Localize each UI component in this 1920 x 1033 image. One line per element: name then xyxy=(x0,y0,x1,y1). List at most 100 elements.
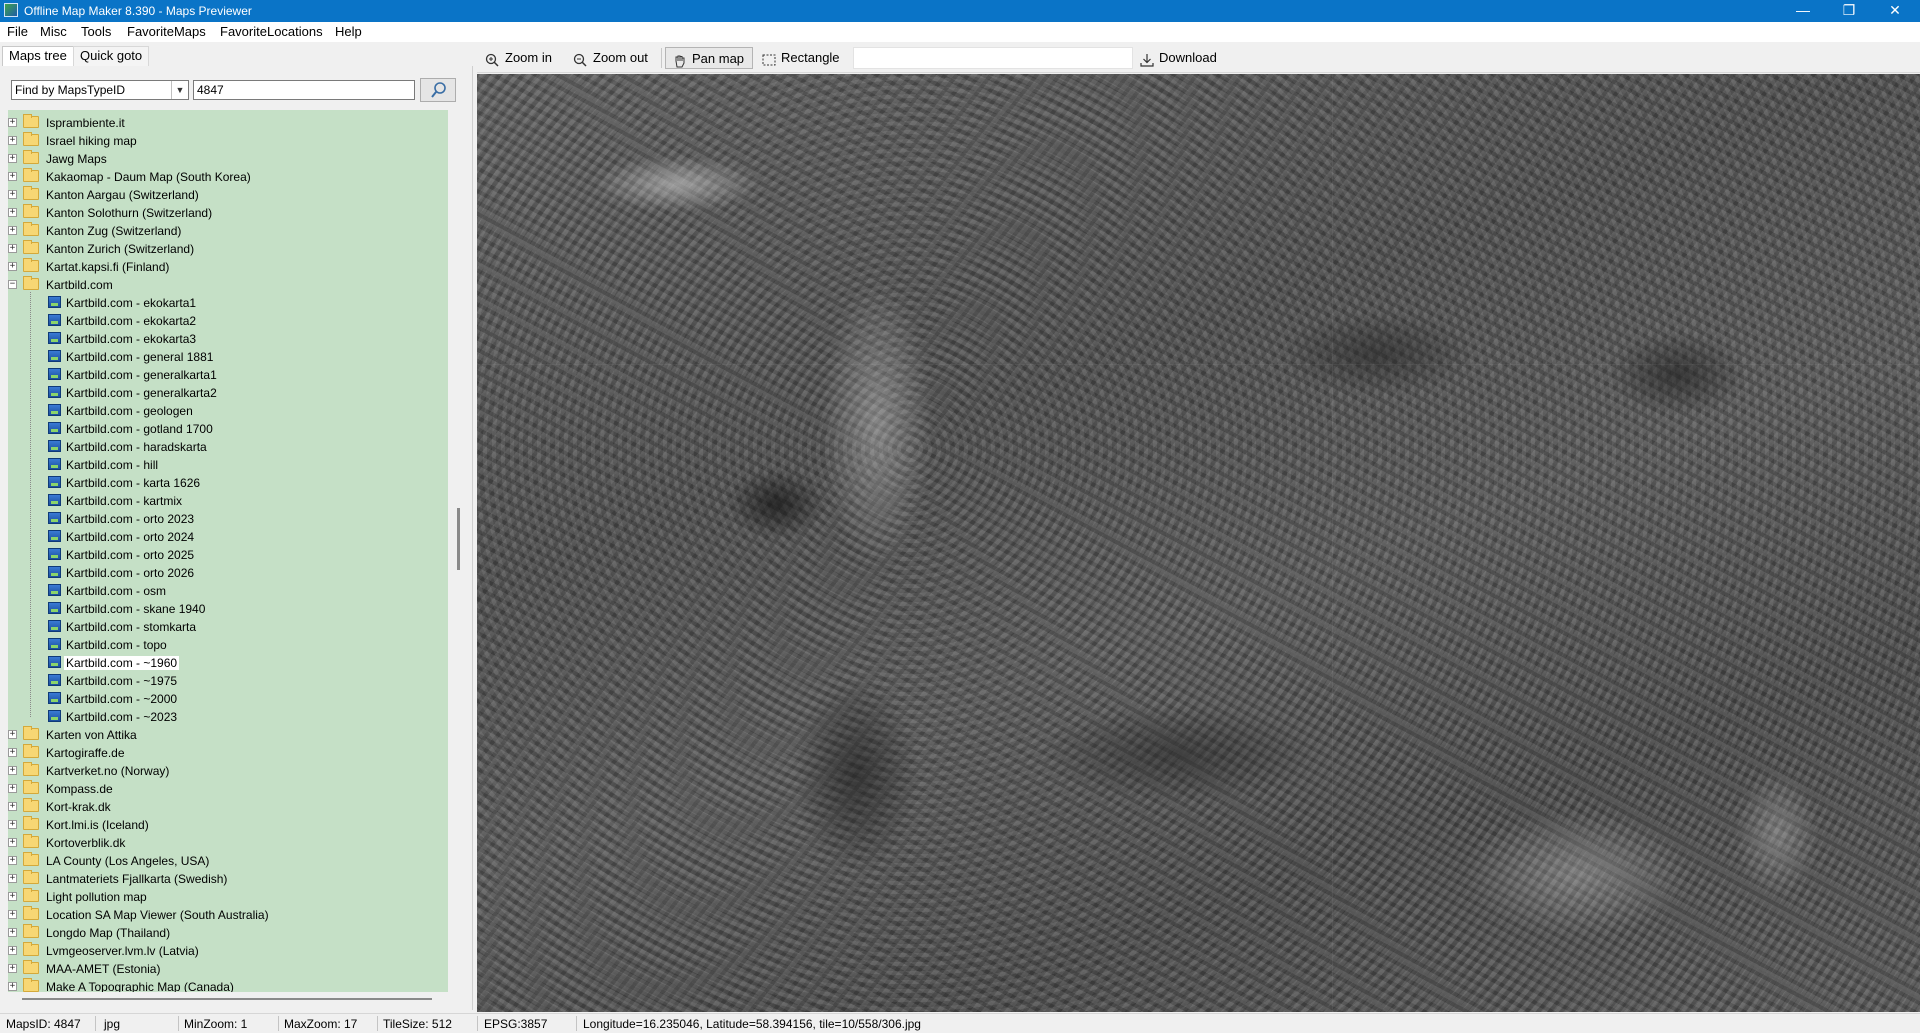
tree-map-item[interactable]: Kartbild.com - general 1881 xyxy=(8,348,448,366)
tree-map-item[interactable]: Kartbild.com - ekokarta3 xyxy=(8,330,448,348)
tree-folder[interactable]: + Kanton Zurich (Switzerland) xyxy=(8,240,448,258)
maps-tree[interactable]: + Isprambiente.it + Israel hiking map + Jawg … xyxy=(8,110,448,992)
find-mode-select[interactable]: Find by MapsTypeID ▼ xyxy=(11,80,189,100)
tree-horizontal-scrollbar[interactable] xyxy=(8,992,448,1006)
tree-map-item[interactable]: Kartbild.com - ~1960 xyxy=(8,654,448,672)
tree-folder[interactable]: + Kartogiraffe.de xyxy=(8,744,448,762)
tree-folder[interactable]: + Israel hiking map xyxy=(8,132,448,150)
chevron-down-icon[interactable]: ▼ xyxy=(171,81,188,99)
tree-folder[interactable]: + Kort-krak.dk xyxy=(8,798,448,816)
tree-map-item[interactable]: Kartbild.com - orto 2026 xyxy=(8,564,448,582)
expand-icon[interactable]: + xyxy=(8,838,17,847)
tree-map-item[interactable]: Kartbild.com - stomkarta xyxy=(8,618,448,636)
tree-map-item[interactable]: Kartbild.com - osm xyxy=(8,582,448,600)
tree-folder[interactable]: + Light pollution map xyxy=(8,888,448,906)
search-button[interactable] xyxy=(420,78,456,102)
expand-icon[interactable]: + xyxy=(8,928,17,937)
expand-icon[interactable]: + xyxy=(8,784,17,793)
expand-icon[interactable]: + xyxy=(8,262,17,271)
expand-icon[interactable]: + xyxy=(8,802,17,811)
maximize-button[interactable]: ❐ xyxy=(1826,0,1872,22)
expand-icon[interactable]: + xyxy=(8,766,17,775)
tree-map-item[interactable]: Kartbild.com - karta 1626 xyxy=(8,474,448,492)
tree-map-item[interactable]: Kartbild.com - hill xyxy=(8,456,448,474)
tree-folder[interactable]: + Kort.lmi.is (Iceland) xyxy=(8,816,448,834)
tree-folder[interactable]: + Lvmgeoserver.lvm.lv (Latvia) xyxy=(8,942,448,960)
expand-icon[interactable]: + xyxy=(8,946,17,955)
tree-map-item[interactable]: Kartbild.com - generalkarta2 xyxy=(8,384,448,402)
tree-map-item[interactable]: Kartbild.com - kartmix xyxy=(8,492,448,510)
tree-map-item[interactable]: Kartbild.com - ekokarta1 xyxy=(8,294,448,312)
tree-map-item[interactable]: Kartbild.com - orto 2023 xyxy=(8,510,448,528)
tree-folder[interactable]: + Karten von Attika xyxy=(8,726,448,744)
menu-misc[interactable]: Misc xyxy=(40,24,67,39)
tree-map-item[interactable]: Kartbild.com - orto 2024 xyxy=(8,528,448,546)
expand-icon[interactable]: + xyxy=(8,892,17,901)
tree-map-item[interactable]: Kartbild.com - gotland 1700 xyxy=(8,420,448,438)
tree-vertical-scrollbar[interactable] xyxy=(452,110,468,992)
expand-icon[interactable]: + xyxy=(8,118,17,127)
tab-quick-goto[interactable]: Quick goto xyxy=(73,46,150,66)
minimize-button[interactable]: — xyxy=(1780,0,1826,22)
scrollbar-thumb[interactable] xyxy=(457,508,460,570)
expand-icon[interactable]: + xyxy=(8,982,17,991)
expand-icon[interactable]: + xyxy=(8,820,17,829)
tree-folder[interactable]: + Isprambiente.it xyxy=(8,114,448,132)
tree-folder[interactable]: + Location SA Map Viewer (South Australia… xyxy=(8,906,448,924)
collapse-icon[interactable]: − xyxy=(8,280,17,289)
zoom-in-button[interactable]: Zoom in xyxy=(485,47,552,69)
expand-icon[interactable]: + xyxy=(8,208,17,217)
download-button[interactable]: Download xyxy=(1139,47,1217,69)
expand-icon[interactable]: + xyxy=(8,748,17,757)
tree-folder[interactable]: + Longdo Map (Thailand) xyxy=(8,924,448,942)
scrollbar-thumb[interactable] xyxy=(22,998,432,1000)
expand-icon[interactable]: + xyxy=(8,874,17,883)
expand-icon[interactable]: + xyxy=(8,856,17,865)
tree-folder[interactable]: + Jawg Maps xyxy=(8,150,448,168)
expand-icon[interactable]: + xyxy=(8,154,17,163)
tree-map-item[interactable]: Kartbild.com - ~1975 xyxy=(8,672,448,690)
expand-icon[interactable]: + xyxy=(8,244,17,253)
tree-folder[interactable]: + MAA-AMET (Estonia) xyxy=(8,960,448,978)
tree-map-item[interactable]: Kartbild.com - ~2000 xyxy=(8,690,448,708)
tree-map-item[interactable]: Kartbild.com - haradskarta xyxy=(8,438,448,456)
menu-tools[interactable]: Tools xyxy=(81,24,111,39)
tree-folder[interactable]: + Kanton Zug (Switzerland) xyxy=(8,222,448,240)
zoom-out-button[interactable]: Zoom out xyxy=(573,47,648,69)
tree-map-item[interactable]: Kartbild.com - geologen xyxy=(8,402,448,420)
map-view[interactable] xyxy=(477,74,1920,1012)
tree-folder[interactable]: + Kortoverblik.dk xyxy=(8,834,448,852)
tree-folder[interactable]: + LA County (Los Angeles, USA) xyxy=(8,852,448,870)
tree-folder[interactable]: + Kakaomap - Daum Map (South Korea) xyxy=(8,168,448,186)
tree-folder[interactable]: + Make A Topographic Map (Canada) xyxy=(8,978,448,992)
expand-icon[interactable]: + xyxy=(8,190,17,199)
menu-favoritelocations[interactable]: FavoriteLocations xyxy=(220,24,323,39)
tree-folder[interactable]: + Kartverket.no (Norway) xyxy=(8,762,448,780)
tree-folder[interactable]: + Lantmateriets Fjallkarta (Swedish) xyxy=(8,870,448,888)
menu-help[interactable]: Help xyxy=(335,24,362,39)
tab-maps-tree[interactable]: Maps tree xyxy=(2,46,74,66)
tree-map-item[interactable]: Kartbild.com - ~2023 xyxy=(8,708,448,726)
expand-icon[interactable]: + xyxy=(8,730,17,739)
menu-favoritemaps[interactable]: FavoriteMaps xyxy=(127,24,206,39)
expand-icon[interactable]: + xyxy=(8,136,17,145)
menu-file[interactable]: File xyxy=(7,24,28,39)
tree-folder[interactable]: + Kanton Aargau (Switzerland) xyxy=(8,186,448,204)
close-button[interactable]: ✕ xyxy=(1872,0,1918,22)
expand-icon[interactable]: + xyxy=(8,910,17,919)
tree-folder[interactable]: + Kompass.de xyxy=(8,780,448,798)
expand-icon[interactable]: + xyxy=(8,172,17,181)
tree-map-item[interactable]: Kartbild.com - skane 1940 xyxy=(8,600,448,618)
tree-folder[interactable]: + Kartat.kapsi.fi (Finland) xyxy=(8,258,448,276)
tree-map-item[interactable]: Kartbild.com - orto 2025 xyxy=(8,546,448,564)
search-input[interactable] xyxy=(193,80,415,100)
pan-map-button[interactable]: Pan map xyxy=(665,47,754,69)
expand-icon[interactable]: + xyxy=(8,226,17,235)
tree-folder[interactable]: − Kartbild.com xyxy=(8,276,448,294)
tree-folder[interactable]: + Kanton Solothurn (Switzerland) xyxy=(8,204,448,222)
tree-map-item[interactable]: Kartbild.com - ekokarta2 xyxy=(8,312,448,330)
tree-map-item[interactable]: Kartbild.com - generalkarta1 xyxy=(8,366,448,384)
expand-icon[interactable]: + xyxy=(8,964,17,973)
rectangle-button[interactable]: Rectangle xyxy=(761,47,840,69)
tree-map-item[interactable]: Kartbild.com - topo xyxy=(8,636,448,654)
